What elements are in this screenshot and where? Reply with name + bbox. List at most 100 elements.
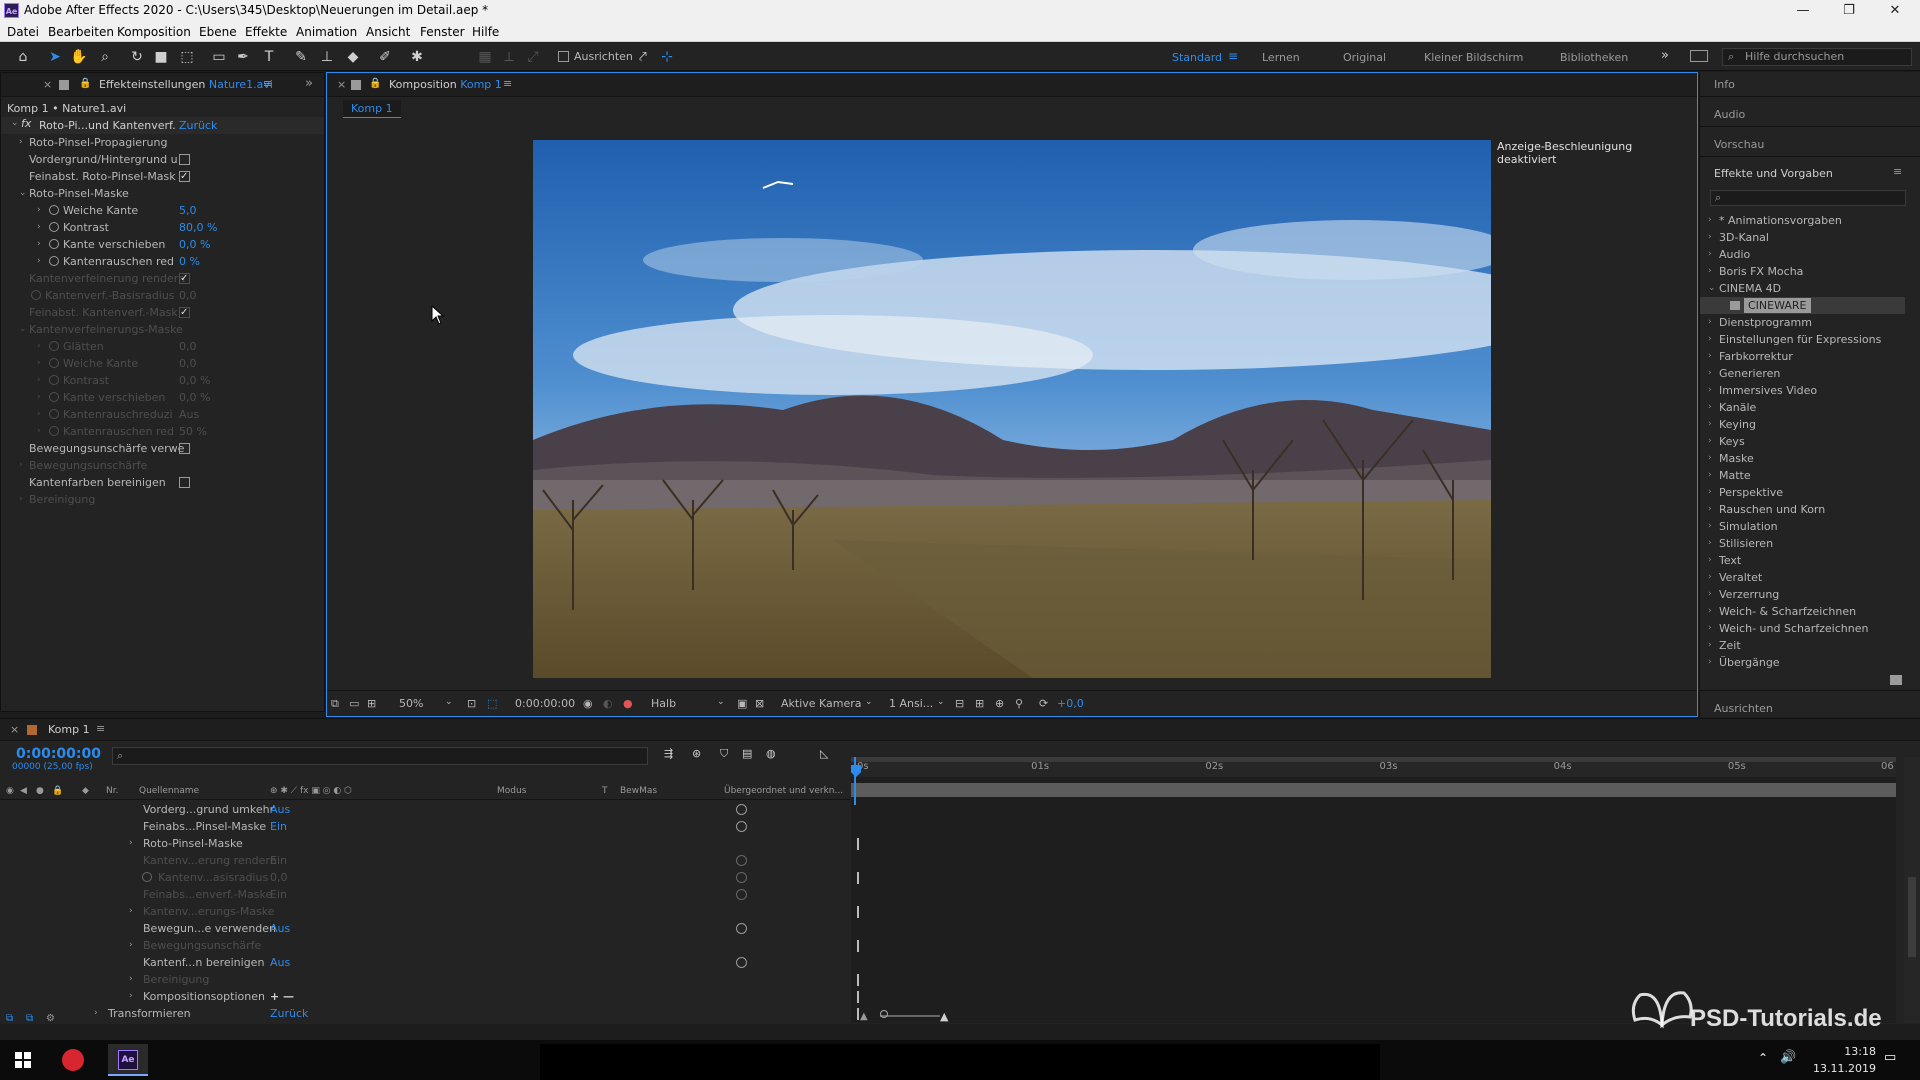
pick-whip-icon[interactable] <box>736 889 747 900</box>
toggle-transparency-icon[interactable]: ⊠ <box>755 697 764 710</box>
effects-category-item[interactable]: › Boris FX Mocha <box>1700 263 1905 280</box>
effect-reset-link[interactable]: Zurück <box>179 119 217 132</box>
rectangle-tool-icon[interactable]: ▭ <box>210 48 228 66</box>
pick-whip-icon[interactable] <box>736 957 747 968</box>
timeline-property-row[interactable]: › Roto-Pinsel-Maske <box>0 835 850 852</box>
align-checkbox[interactable] <box>558 51 569 62</box>
effects-category-item[interactable]: › Zeit <box>1700 637 1905 654</box>
expand-arrow-icon[interactable]: › <box>19 457 23 474</box>
effect-param-row[interactable]: › Roto-Pinsel-Propagierung <box>1 134 324 151</box>
menu-hilfe[interactable]: Hilfe <box>472 25 499 39</box>
effects-category-item[interactable]: › 3D-Kanal <box>1700 229 1905 246</box>
stopwatch-icon[interactable] <box>49 392 59 402</box>
expand-arrow-icon[interactable]: › <box>37 355 41 372</box>
selection-tool-icon[interactable]: ➤ <box>46 48 64 66</box>
layout-icon[interactable]: ⊟ <box>955 697 964 710</box>
pick-whip-icon[interactable] <box>736 804 747 815</box>
expand-arrow-icon[interactable]: › <box>1708 416 1712 433</box>
effects-category-item[interactable]: › Keys <box>1700 433 1905 450</box>
timeline-property-row[interactable]: › Kompositionsoptionen + — <box>0 988 850 1005</box>
timeline-property-value[interactable]: Aus <box>270 920 290 937</box>
expand-arrow-icon[interactable]: › <box>1708 450 1712 467</box>
effect-param-value[interactable]: 80,0 % <box>179 219 217 236</box>
menu-ebene[interactable]: Ebene <box>199 25 237 39</box>
views-dropdown-icon[interactable]: ⌄ <box>937 697 945 707</box>
keyframe-marker[interactable] <box>857 872 859 884</box>
frame-blending-icon[interactable]: ▤ <box>742 747 752 760</box>
hand-tool-icon[interactable]: ✋ <box>70 48 88 66</box>
effects-category-item[interactable]: › * Animationsvorgaben <box>1700 212 1905 229</box>
effects-category-item[interactable]: › Audio <box>1700 246 1905 263</box>
camera-dropdown-icon[interactable]: ⌄ <box>865 697 873 707</box>
type-tool-icon[interactable]: T <box>260 48 278 66</box>
rotate-tool-icon[interactable]: ↻ <box>128 48 146 66</box>
effects-search-input[interactable]: ⌕ <box>1710 190 1906 206</box>
pixel-aspect-icon[interactable]: ⊞ <box>975 697 984 710</box>
effects-category-item[interactable]: › Kanäle <box>1700 399 1905 416</box>
menu-datei[interactable]: Datei <box>7 25 39 39</box>
collapse-arrow-icon[interactable]: ⌄ <box>19 321 27 338</box>
taskbar-time[interactable]: 13:18 <box>1844 1045 1876 1058</box>
exposure-value[interactable]: +0,0 <box>1057 697 1084 710</box>
effects-category-item[interactable]: › Matte <box>1700 467 1905 484</box>
reset-exposure-icon[interactable]: ⟳ <box>1039 697 1048 710</box>
stopwatch-icon[interactable] <box>49 205 59 215</box>
collapse-arrow-icon[interactable]: ⌄ <box>19 185 27 202</box>
panel-menu-icon[interactable]: ≡ <box>263 77 272 90</box>
pen-tool-icon[interactable]: ✒ <box>234 48 252 66</box>
effect-param-value[interactable]: 0 % <box>179 253 200 270</box>
close-tab-icon[interactable]: × <box>337 78 346 91</box>
timeline-property-value[interactable]: Ein <box>270 818 287 835</box>
stopwatch-icon[interactable] <box>49 341 59 351</box>
stopwatch-icon[interactable] <box>49 222 59 232</box>
expand-arrow-icon[interactable]: › <box>129 988 133 1005</box>
comp-subtab[interactable]: Komp 1 <box>343 100 401 118</box>
flowchart-icon[interactable]: ⚲ <box>1015 697 1023 710</box>
volume-icon[interactable]: 🔊 <box>1780 1050 1796 1065</box>
layer-switches-toggle-icon[interactable]: ⧉ <box>6 1013 13 1024</box>
comp-mini-flowchart-icon[interactable]: ⇶ <box>664 747 673 760</box>
expand-arrow-icon[interactable]: › <box>129 937 133 954</box>
stopwatch-icon[interactable] <box>49 375 59 385</box>
resolution-dropdown-icon[interactable]: ⌄ <box>717 697 725 707</box>
col-source[interactable]: Quellenname <box>139 786 199 796</box>
snapshot-camera-icon[interactable]: ◉ <box>583 697 593 710</box>
expand-arrow-icon[interactable]: › <box>1708 620 1712 637</box>
effects-category-item[interactable]: › Verzerrung <box>1700 586 1905 603</box>
notification-icon[interactable]: ▭ <box>1884 1050 1896 1065</box>
effects-category-item[interactable]: › Generieren <box>1700 365 1905 382</box>
stopwatch-icon[interactable] <box>49 358 59 368</box>
effects-category-item[interactable]: › Farbkorrektur <box>1700 348 1905 365</box>
workspace-kleiner-bildschirm[interactable]: Kleiner Bildschirm <box>1424 51 1523 64</box>
render-time-toggle-icon[interactable]: ⚙ <box>46 1013 55 1024</box>
transparency-grid-icon[interactable]: ⬚ <box>487 697 497 710</box>
sync-settings-icon[interactable] <box>1690 50 1708 62</box>
keyframe-marker[interactable] <box>857 838 859 850</box>
timeline-tab[interactable]: Komp 1 <box>48 723 90 736</box>
lock-column-icon[interactable]: 🔒 <box>52 786 63 796</box>
expand-arrow-icon[interactable]: › <box>37 202 41 219</box>
expand-arrow-icon[interactable]: › <box>1708 246 1712 263</box>
menu-ansicht[interactable]: Ansicht <box>366 25 410 39</box>
expand-arrow-icon[interactable]: › <box>1708 586 1712 603</box>
draft-3d-icon[interactable]: ⊛ <box>692 747 701 760</box>
effect-param-row[interactable]: › Weiche Kante 5,0 <box>1 202 324 219</box>
expand-arrow-icon[interactable]: › <box>37 253 41 270</box>
composition-tab[interactable]: Komposition Komp 1 <box>389 78 502 91</box>
keyframe-marker[interactable] <box>857 940 859 952</box>
effects-category-item[interactable]: ⌄ CINEMA 4D <box>1700 280 1905 297</box>
timecode-display[interactable]: 0:00:00:00 <box>515 697 575 710</box>
effects-category-item[interactable]: › Weich- und Scharfzeichnen <box>1700 620 1905 637</box>
effect-param-row[interactable]: › Kante verschieben 0,0 % <box>1 236 324 253</box>
expand-arrow-icon[interactable]: › <box>1708 382 1712 399</box>
workspace-menu-icon[interactable]: ≡ <box>1228 49 1238 63</box>
effect-param-checkbox[interactable] <box>179 154 190 165</box>
panel-menu-icon[interactable]: ≡ <box>503 77 512 90</box>
fit-icon[interactable]: ⊡ <box>467 697 476 710</box>
expand-arrow-icon[interactable]: › <box>1708 399 1712 416</box>
close-tab-icon[interactable]: × <box>43 78 52 91</box>
effects-category-item[interactable]: › Rauschen und Korn <box>1700 501 1905 518</box>
timeline-property-value[interactable]: Aus <box>270 954 290 971</box>
expand-arrow-icon[interactable]: › <box>1708 484 1712 501</box>
show-snapshot-icon[interactable]: ◐ <box>603 697 613 710</box>
